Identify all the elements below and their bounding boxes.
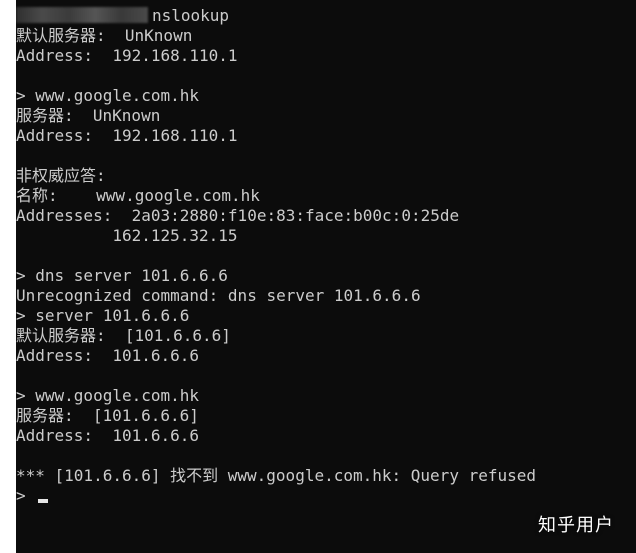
- output-line: 名称: www.google.com.hk: [16, 186, 260, 205]
- output-line: 非权威应答:: [16, 166, 106, 185]
- prompt-line: > www.google.com.hk: [16, 386, 200, 405]
- error-line: *** [101.6.6.6] 找不到 www.google.com.hk: Q…: [16, 466, 537, 485]
- prompt-line: > dns server 101.6.6.6: [16, 266, 228, 285]
- command-line-nslookup: nslookup: [16, 6, 229, 26]
- output-line: 默认服务器: [101.6.6.6]: [16, 326, 231, 345]
- prompt-line: > www.google.com.hk: [16, 86, 200, 105]
- output-line: 162.125.32.15: [16, 226, 238, 245]
- screenshot-page: nslookup 默认服务器: UnKnown Address: 192.168…: [0, 0, 636, 553]
- output-line: Address: 192.168.110.1: [16, 126, 238, 145]
- prompt-line: > server 101.6.6.6: [16, 306, 190, 325]
- output-line: Address: 101.6.6.6: [16, 426, 200, 445]
- console-window[interactable]: nslookup 默认服务器: UnKnown Address: 192.168…: [16, 0, 636, 553]
- output-line: Address: 101.6.6.6: [16, 346, 200, 365]
- output-line: Address: 192.168.110.1: [16, 46, 238, 65]
- output-line: 默认服务器: UnKnown: [16, 26, 193, 45]
- command-text: nslookup: [152, 6, 230, 25]
- output-line: 服务器: UnKnown: [16, 106, 161, 125]
- output-line: Unrecognized command: dns server 101.6.6…: [16, 286, 421, 305]
- output-line: 服务器: [101.6.6.6]: [16, 406, 199, 425]
- text-cursor: [38, 499, 48, 503]
- watermark-text: 知乎用户: [538, 515, 614, 536]
- current-prompt[interactable]: >: [16, 486, 26, 506]
- redacted-path: [16, 7, 148, 23]
- output-line: Addresses: 2a03:2880:f10e:83:face:b00c:0…: [16, 206, 460, 225]
